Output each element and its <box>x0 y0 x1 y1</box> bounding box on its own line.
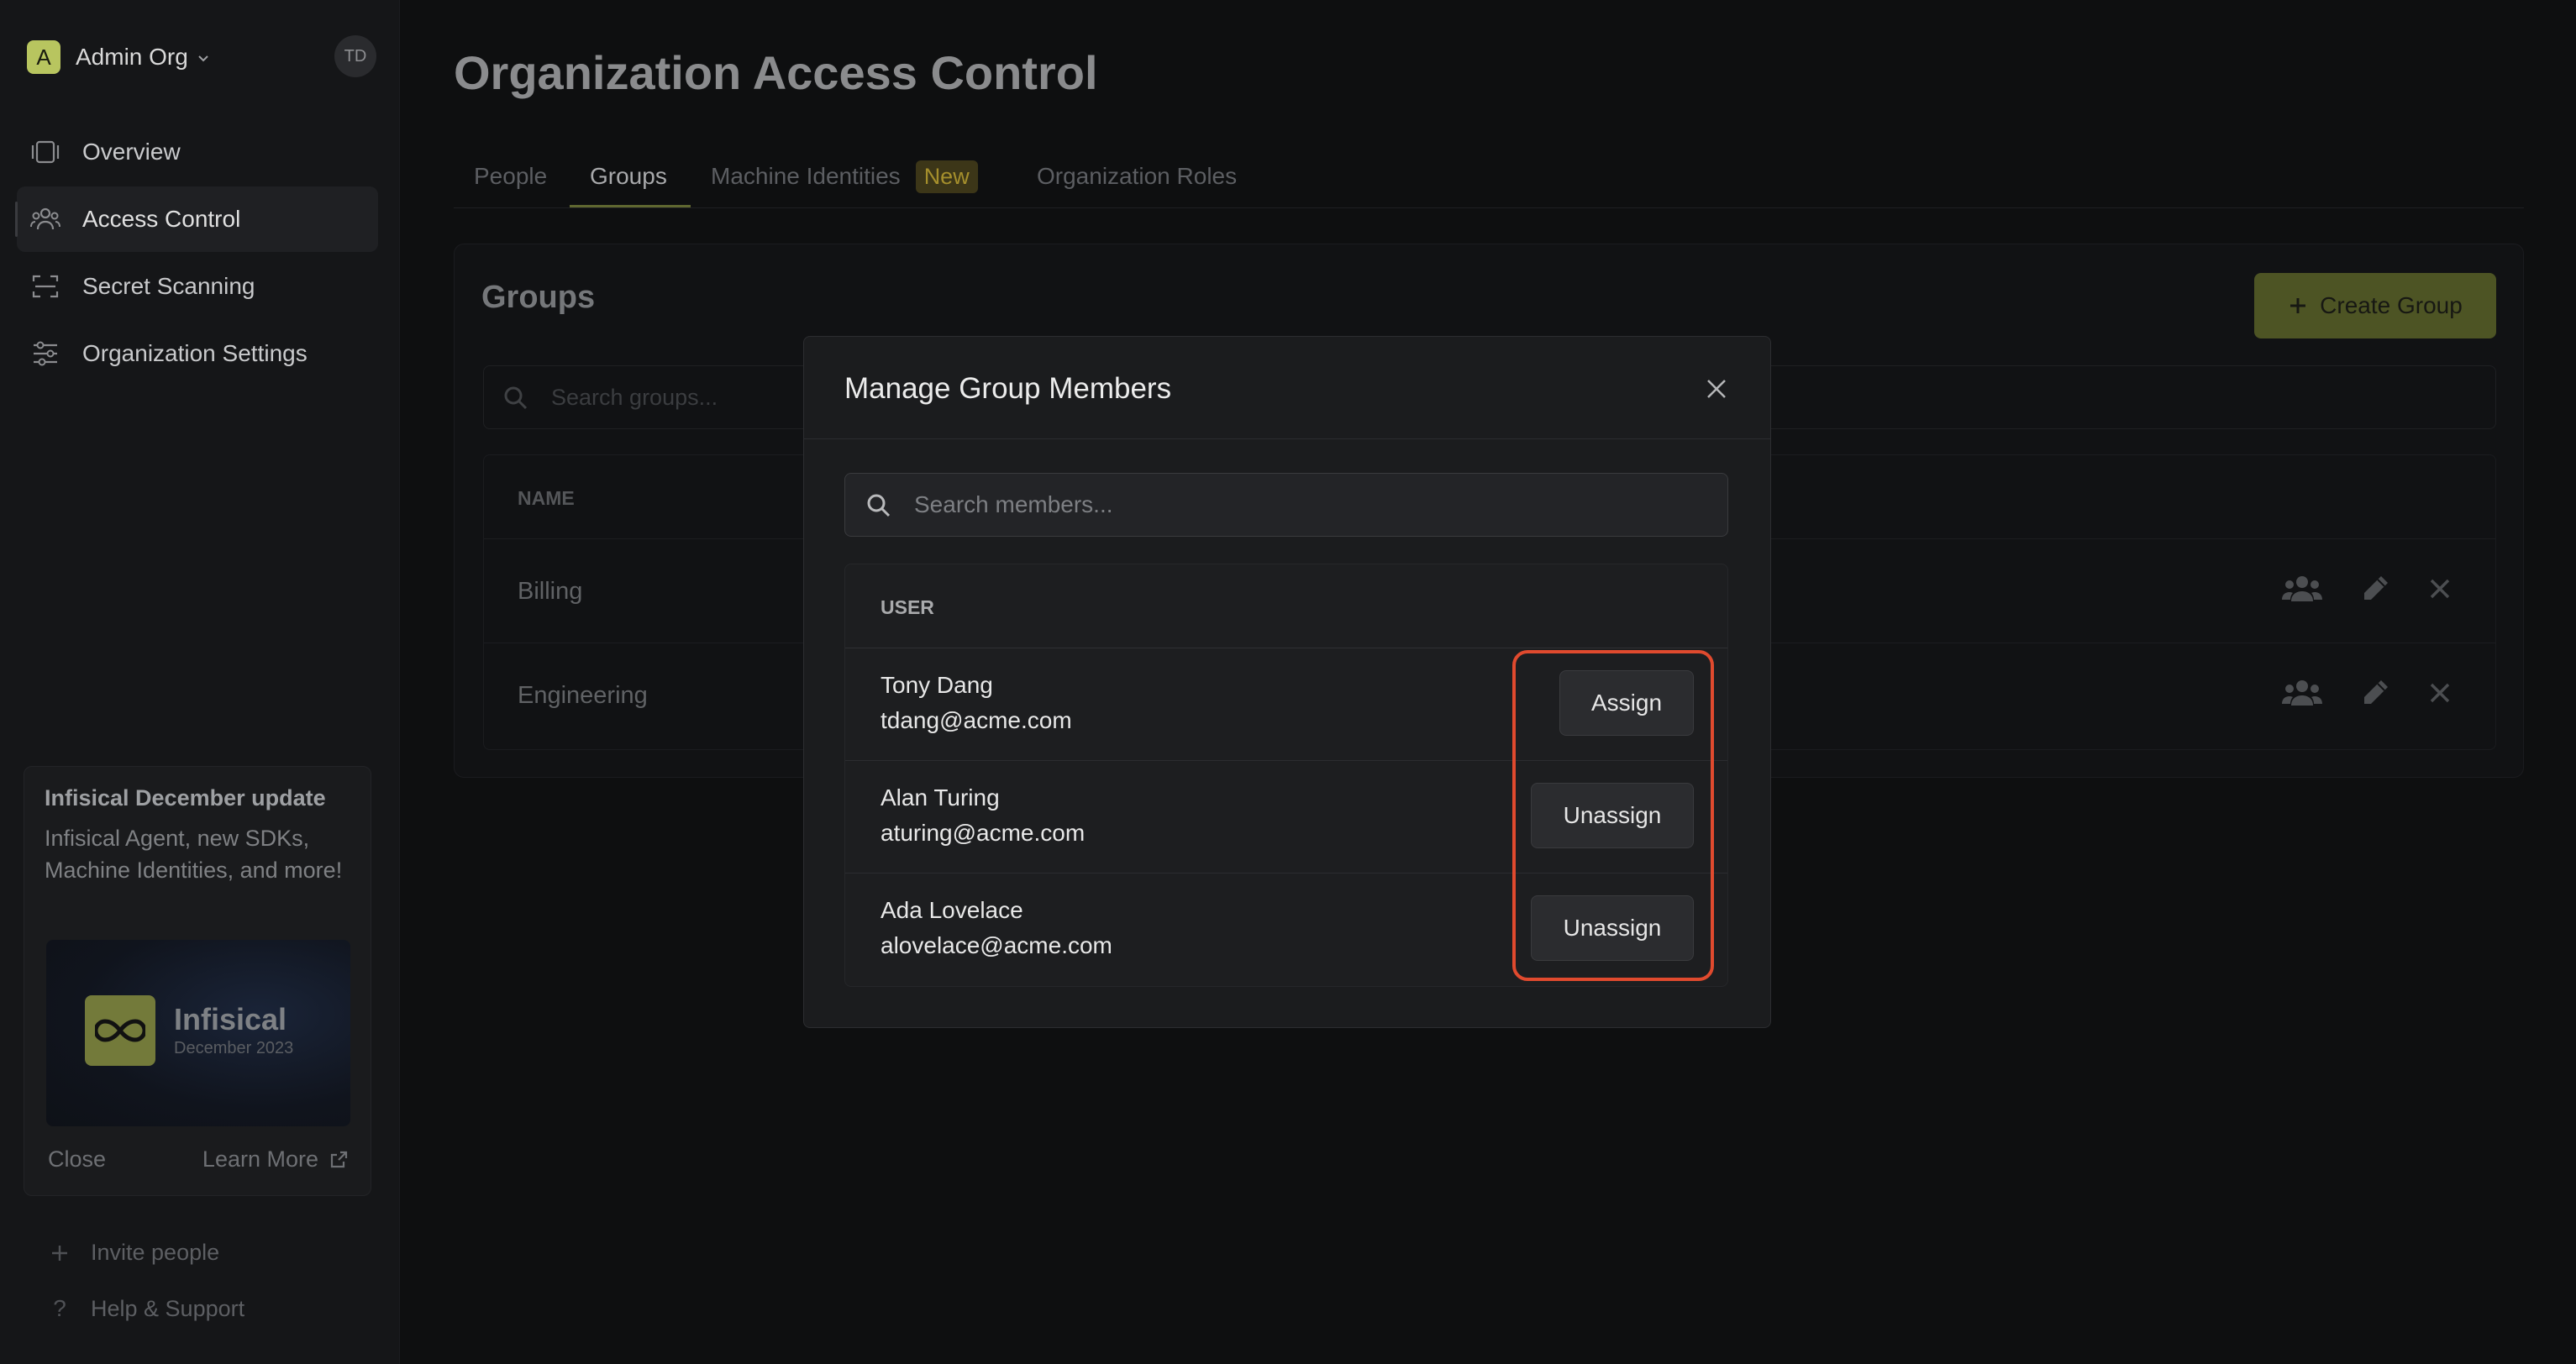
table-row: Alan Turing aturing@acme.com Unassign <box>845 761 1727 873</box>
member-email: alovelace@acme.com <box>881 932 1112 958</box>
manage-group-members-modal: Manage Group Members USER Tony Dang tdan… <box>803 336 1771 1028</box>
assign-button[interactable]: Assign <box>1559 670 1694 736</box>
column-header-user: USER <box>881 596 934 618</box>
table-row: Ada Lovelace alovelace@acme.com Unassign <box>845 873 1727 986</box>
member-search-input[interactable] <box>912 487 1702 522</box>
member-email: aturing@acme.com <box>881 820 1086 846</box>
modal-header: Manage Group Members <box>804 337 1770 439</box>
member-name: Tony Dang <box>881 672 993 698</box>
table-header: USER <box>845 564 1727 648</box>
member-name: Alan Turing <box>881 784 1000 811</box>
unassign-button[interactable]: Unassign <box>1531 783 1694 848</box>
table-row: Tony Dang tdang@acme.com Assign <box>845 648 1727 761</box>
member-email: tdang@acme.com <box>881 707 1072 733</box>
members-table: USER Tony Dang tdang@acme.com Assign Ala… <box>844 564 1728 987</box>
search-icon <box>865 492 892 519</box>
unassign-button[interactable]: Unassign <box>1531 895 1694 961</box>
close-icon[interactable] <box>1701 374 1732 404</box>
member-search-field[interactable] <box>844 473 1728 537</box>
modal-title: Manage Group Members <box>844 372 1172 405</box>
member-name: Ada Lovelace <box>881 897 1023 923</box>
